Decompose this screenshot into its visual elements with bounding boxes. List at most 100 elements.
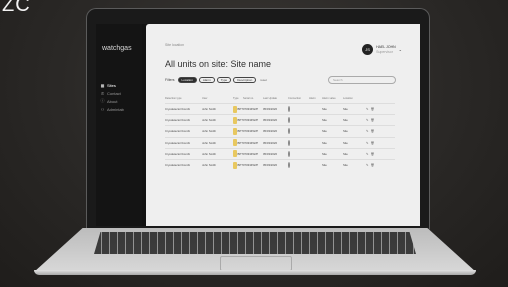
page-title: All units on site: Site name xyxy=(165,59,272,69)
location-cell: Site xyxy=(343,129,348,134)
sidebar-item-admintab[interactable]: ⚇ Admintab xyxy=(100,105,124,113)
unit-icon xyxy=(233,116,237,124)
connection-cell xyxy=(288,128,309,135)
user-info: HAEL JOHN Supervisor xyxy=(376,45,396,54)
unit-icon xyxy=(233,139,237,147)
filter-chip-location[interactable]: Location xyxy=(177,77,197,83)
row-actions: ✎ 🗑 xyxy=(366,107,395,111)
sidebar: watchgas ▦ Sites ✆ Contact ⓘ About ⚇ Admintab xyxy=(96,24,142,226)
detection-type: Cryodetector/Combi xyxy=(165,163,190,168)
edit-icon[interactable]: ✎ xyxy=(366,118,369,122)
serial-cell: 07033452/P xyxy=(243,107,259,112)
user-cell: John Smith xyxy=(202,107,216,112)
trash-icon[interactable]: 🗑 xyxy=(371,129,375,133)
table-row[interactable]: Cryodetector/Combi John Smith BPT 07033452/… xyxy=(165,114,395,125)
alarm-value-cell: Site xyxy=(322,163,327,168)
alarm-value-cell: Site xyxy=(322,140,327,145)
unit-type-cell: BPT xyxy=(233,139,243,147)
search-placeholder: Search xyxy=(333,78,343,82)
user-cell: John Smith xyxy=(202,163,216,168)
alarm-value-cell: Site xyxy=(322,118,327,123)
edit-icon[interactable]: ✎ xyxy=(366,152,369,156)
table-row[interactable]: Cryodetector/Combi John Smith BPT 07033452/… xyxy=(165,147,395,159)
trash-icon[interactable]: 🗑 xyxy=(371,163,375,167)
updated-cell: 05/03/2020 xyxy=(263,140,277,145)
location-cell: Site xyxy=(343,140,348,145)
reset-filters-link[interactable]: reset xyxy=(260,78,267,82)
column-header[interactable]: Alarm value xyxy=(322,97,343,100)
unit-type-cell: BPT xyxy=(233,150,243,158)
trackpad xyxy=(220,256,292,271)
filter-bar: Filters Location Alarm Type Description rese… xyxy=(165,77,267,83)
user-cell: John Smith xyxy=(202,129,216,134)
connection-status-icon xyxy=(288,117,290,124)
table-row[interactable]: Cryodetector/Combi John Smith BPT 07033452/… xyxy=(165,158,395,170)
table-row[interactable]: Cryodetector/Combi John Smith BPT 07033452/… xyxy=(165,125,395,136)
units-table: Detection type User Type Serial no. Last Upd… xyxy=(165,94,395,170)
breadcrumb[interactable]: Site location xyxy=(165,43,184,47)
filter-chip-alarm[interactable]: Alarm xyxy=(198,77,215,83)
filter-label: Filters xyxy=(165,78,175,82)
location-cell: Site xyxy=(343,118,348,123)
column-header[interactable]: Alarm xyxy=(309,97,322,100)
corner-text: ZC xyxy=(2,0,31,16)
user-cell: John Smith xyxy=(202,151,216,156)
connection-cell xyxy=(288,106,309,113)
sidebar-item-label: About xyxy=(107,98,118,104)
connection-status-icon xyxy=(288,139,290,146)
serial-cell: 07033452/P xyxy=(243,118,259,123)
edit-icon[interactable]: ✎ xyxy=(366,129,369,133)
user-name: HAEL JOHN xyxy=(376,45,396,49)
trash-icon[interactable]: 🗑 xyxy=(371,118,375,122)
user-role: Supervisor xyxy=(376,49,393,54)
edit-icon[interactable]: ✎ xyxy=(366,163,369,167)
user-cell: John Smith xyxy=(202,140,216,145)
connection-status-icon xyxy=(288,128,290,135)
row-actions: ✎ 🗑 xyxy=(366,141,395,145)
chevron-down-icon[interactable]: ⌄ xyxy=(399,47,402,52)
connection-cell xyxy=(288,162,309,169)
updated-cell: 05/03/2020 xyxy=(263,118,277,123)
unit-type-cell: BPT xyxy=(233,127,243,135)
info-icon: ⓘ xyxy=(100,98,105,103)
sidebar-item-contact[interactable]: ✆ Contact xyxy=(100,89,124,97)
unit-type-cell: BPT xyxy=(233,105,243,113)
column-header[interactable]: Type xyxy=(233,97,243,100)
alarm-value-cell: Site xyxy=(322,107,327,112)
edit-icon[interactable]: ✎ xyxy=(366,107,369,111)
sidebar-item-label: Admintab xyxy=(107,106,124,112)
column-header[interactable]: Detection type xyxy=(165,97,202,100)
sidebar-item-about[interactable]: ⓘ About xyxy=(100,97,124,105)
sidebar-item-sites[interactable]: ▦ Sites xyxy=(100,81,124,89)
connection-cell xyxy=(288,139,309,146)
trash-icon[interactable]: 🗑 xyxy=(371,141,375,145)
edit-icon[interactable]: ✎ xyxy=(366,141,369,145)
filter-chip-description[interactable]: Description xyxy=(233,77,257,83)
table-row[interactable]: Cryodetector/Combi John Smith BPT 07033452/… xyxy=(165,103,395,114)
user-cell: John Smith xyxy=(202,118,216,123)
updated-cell: 05/03/2020 xyxy=(263,163,277,168)
column-header[interactable]: User xyxy=(202,97,233,100)
user-menu[interactable]: JS HAEL JOHN Supervisor ⌄ xyxy=(362,44,402,55)
search-input[interactable]: Search xyxy=(328,76,396,84)
grid-icon: ▦ xyxy=(100,82,105,88)
serial-cell: 07033452/P xyxy=(243,129,259,134)
serial-cell: 07033452/P xyxy=(243,151,259,156)
row-actions: ✎ 🗑 xyxy=(366,152,395,156)
avatar[interactable]: JS xyxy=(362,44,374,55)
column-header[interactable]: Serial no. xyxy=(243,97,263,100)
trash-icon[interactable]: 🗑 xyxy=(371,152,375,156)
table-row[interactable]: Cryodetector/Combi John Smith BPT 07033452/… xyxy=(165,136,395,148)
filter-chip-type[interactable]: Type xyxy=(216,77,232,83)
row-actions: ✎ 🗑 xyxy=(366,129,395,133)
serial-cell: 07033452/P xyxy=(243,140,259,145)
trash-icon[interactable]: 🗑 xyxy=(371,107,375,111)
main-panel: Site location All units on site: Site na… xyxy=(146,24,420,226)
laptop-front-lip xyxy=(34,270,476,275)
location-cell: Site xyxy=(343,151,348,156)
alarm-value-cell: Site xyxy=(322,151,327,156)
column-header[interactable]: Location xyxy=(343,97,366,100)
sidebar-item-label: Contact xyxy=(107,90,121,96)
column-header[interactable]: Connection xyxy=(288,97,309,100)
column-header[interactable]: Last Update xyxy=(263,97,288,100)
